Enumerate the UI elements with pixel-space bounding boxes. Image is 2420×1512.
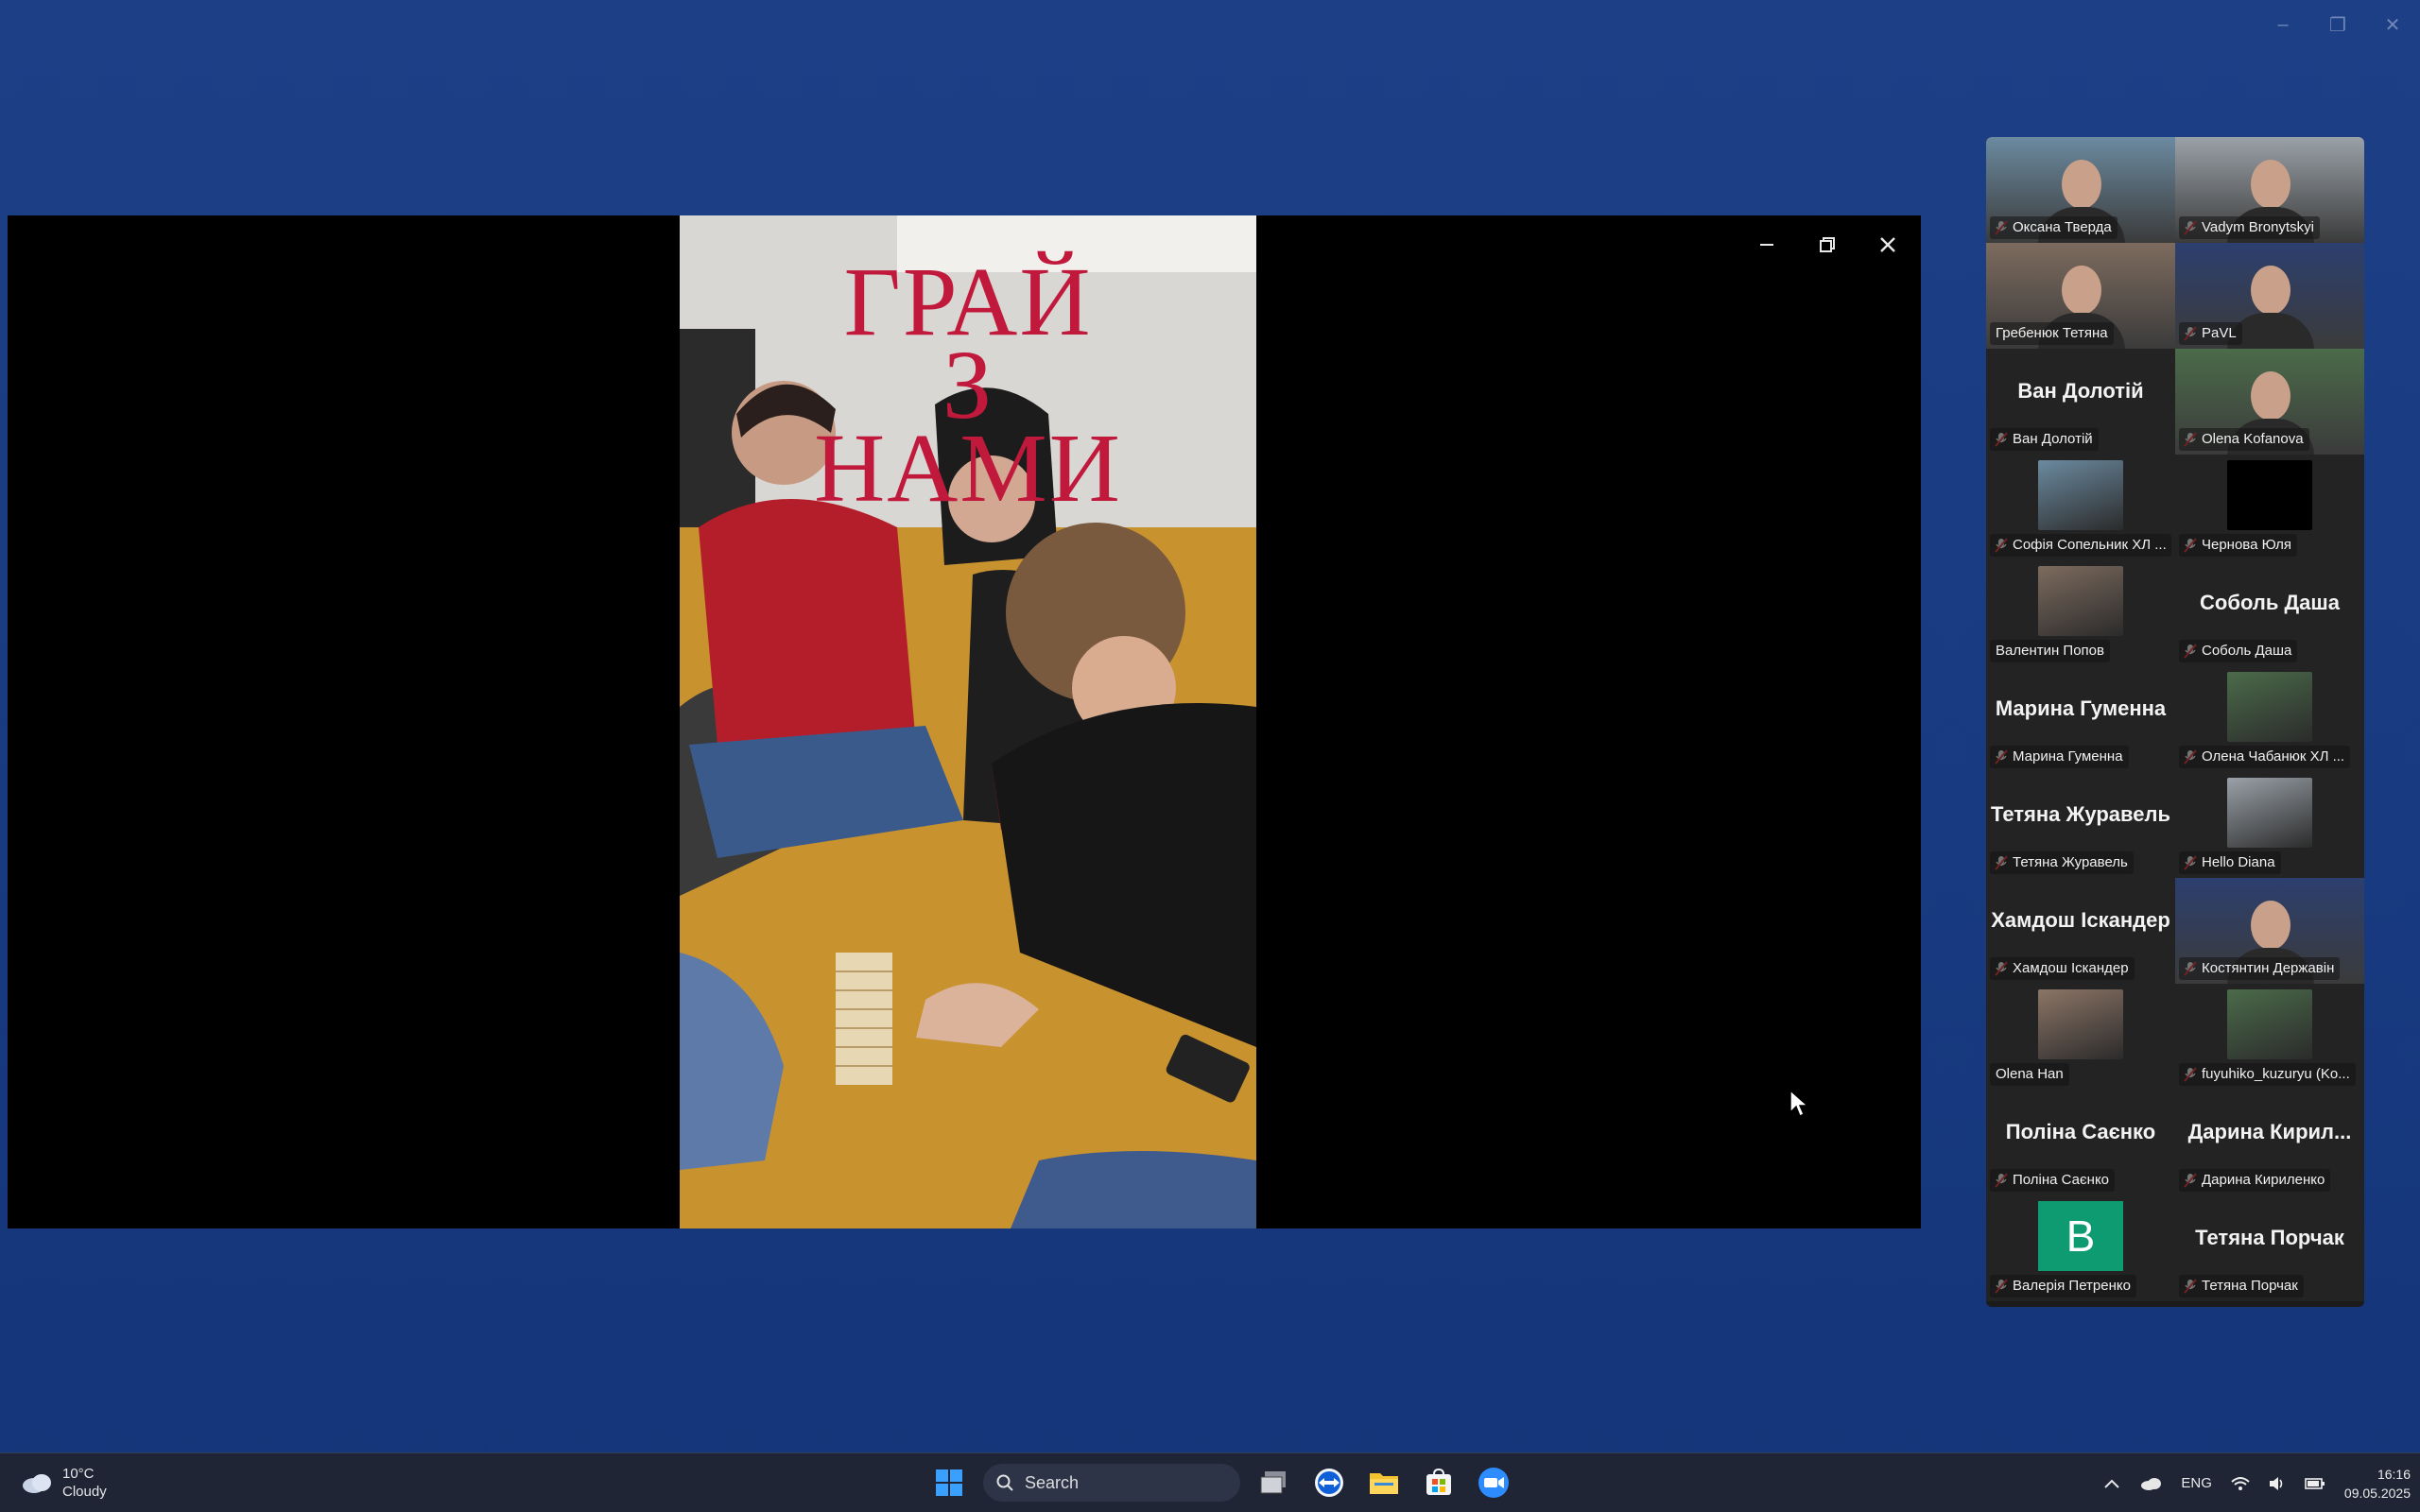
participant-photo [2038,989,2123,1059]
participant-tile[interactable]: Марина Гуменна Марина Гуменна [1986,666,2175,772]
search-label: Search [1025,1472,1080,1492]
participant-name-label: fuyuhiko_kuzuryu (Ko... [2179,1063,2356,1086]
participant-tile[interactable]: Оксана Тверда [1986,137,2175,243]
participant-name-label: PaVL [2179,322,2242,345]
participant-gallery: Оксана Тверда Vadym Bronytskyi Гребенюк Те… [1986,137,2364,1307]
microsoft-store-icon[interactable] [1418,1462,1460,1503]
teamviewer-icon[interactable] [1308,1462,1350,1503]
participant-display-name: Тетяна Порчак [2195,1226,2344,1249]
share-window-controls [1743,223,1911,266]
participant-name-label: Поліна Саєнко [1990,1169,2116,1192]
mouse-cursor-icon [1789,1090,1809,1117]
shared-video: ГРАЙ З НАМИ [680,215,1256,1228]
clock-date: 09.05.2025 [2343,1485,2411,1501]
shared-screen-window: ГРАЙ З НАМИ [8,215,1921,1228]
weather-widget[interactable]: 10°C Cloudy [21,1465,107,1501]
chevron-up-icon[interactable] [2103,1478,2120,1489]
participant-tile[interactable]: Ван Долотій Ван Долотій [1986,349,2175,455]
cloud-icon [23,1474,51,1493]
participant-name-label: Olena Kofanova [2179,428,2309,451]
participant-tile[interactable]: Валентин Попов [1986,560,2175,666]
participant-tile[interactable]: Костянтин Державін [2175,878,2364,984]
share-close-icon[interactable] [1864,223,1911,266]
participant-name-label: Ван Долотій [1990,428,2099,451]
share-restore-icon[interactable] [1804,223,1851,266]
participant-name-label: Vadym Bronytskyi [2179,216,2320,239]
participant-photo [2227,672,2312,742]
video-title-text: ГРАЙ З НАМИ [680,253,1256,523]
participant-tile[interactable]: Тетяна Порчак Тетяна Порчак [2175,1195,2364,1301]
participant-tile[interactable]: PaVL [2175,243,2364,349]
participant-display-name: Марина Гуменна [1995,696,2167,720]
participant-tile[interactable]: Olena Han [1986,984,2175,1090]
participant-photo [2227,989,2312,1059]
participant-name-label: Валерія Петренко [1990,1275,2136,1297]
participant-tile[interactable]: Чернова Юля [2175,455,2364,560]
restore-icon[interactable]: ❐ [2310,0,2365,49]
participant-tile[interactable]: Хамдош Іскандер Хамдош Іскандер [1986,878,2175,984]
clock-time: 16:16 [2377,1466,2411,1482]
participant-name-label: Чернова Юля [2179,534,2297,557]
battery-icon[interactable] [2305,1476,2325,1491]
participant-name-label: Olena Han [1990,1063,2069,1086]
participant-name-label: Валентин Попов [1990,640,2110,662]
participant-name-label: Соболь Даша [2179,640,2298,662]
participant-name-label: Марина Гуменна [1990,746,2129,768]
share-minimize-icon[interactable] [1743,223,1790,266]
taskbar-apps: Search [928,1462,1514,1503]
title-line: НАМИ [814,414,1122,523]
participant-name-label: Дарина Кириленко [2179,1169,2331,1192]
language-indicator[interactable]: ENG [2181,1475,2212,1491]
participant-name-label: Олена Чабанюк ХЛ ... [2179,746,2351,768]
participant-display-name: Ван Долотій [2017,379,2144,403]
participant-display-name: Соболь Даша [2200,591,2340,614]
participant-display-name: Дарина Кирил... [2187,1120,2352,1143]
participant-tile[interactable]: Дарина Кирил... Дарина Кириленко [2175,1090,2364,1195]
participant-tile[interactable]: fuyuhiko_kuzuryu (Ko... [2175,984,2364,1090]
zoom-icon[interactable] [1473,1462,1514,1503]
minimize-icon[interactable]: – [2256,0,2310,49]
wifi-icon[interactable] [2231,1476,2250,1491]
participant-photo [2038,460,2123,530]
participant-name-label: Оксана Тверда [1990,216,2118,239]
onedrive-cloud-icon[interactable] [2139,1476,2162,1491]
participant-tile[interactable]: Соболь Даша Соболь Даша [2175,560,2364,666]
participant-name-label: Софія Сопельник ХЛ ... [1990,534,2171,557]
participant-tile[interactable]: B Валерія Петренко [1986,1195,2175,1301]
participant-tile[interactable]: Гребенюк Тетяна [1986,243,2175,349]
clock[interactable]: 16:16 09.05.2025 [2344,1465,2411,1503]
search-icon [996,1474,1013,1491]
participant-display-name: Тетяна Журавель [1990,802,2170,826]
participant-tile[interactable]: Vadym Bronytskyi [2175,137,2364,243]
desktop-window-controls: – ❐ ✕ [2256,0,2420,49]
taskbar-search[interactable]: Search [983,1464,1240,1502]
participant-name-label: Гребенюк Тетяна [1990,322,2114,345]
participant-name-label: Тетяна Журавель [1990,851,2134,874]
participant-name-label: Костянтин Державін [2179,957,2341,980]
weather-condition: Cloudy [62,1484,107,1500]
participant-tile[interactable]: Софія Сопельник ХЛ ... [1986,455,2175,560]
file-explorer-icon[interactable] [1363,1462,1405,1503]
participant-name-label: Hello Diana [2179,851,2281,874]
taskbar: 10°C Cloudy Search ENG 16:16 09.05.2025 [0,1452,2420,1512]
participant-tile[interactable]: Hello Diana [2175,772,2364,878]
participant-photo [2227,460,2312,530]
participant-display-name: Поліна Саєнко [2005,1120,2156,1143]
participant-tile[interactable]: Olena Kofanova [2175,349,2364,455]
task-view-icon[interactable] [1253,1462,1295,1503]
participant-tile[interactable]: Олена Чабанюк ХЛ ... [2175,666,2364,772]
close-icon[interactable]: ✕ [2365,0,2420,49]
participant-tile[interactable]: Поліна Саєнко Поліна Саєнко [1986,1090,2175,1195]
participant-name-label: Тетяна Порчак [2179,1275,2304,1297]
participant-tile[interactable]: Тетяна Журавель Тетяна Журавель [1986,772,2175,878]
participant-avatar: B [2038,1201,2123,1271]
participant-photo [2038,566,2123,636]
weather-temp: 10°C [62,1466,95,1482]
participant-name-label: Хамдош Іскандер [1990,957,2135,980]
system-tray: ENG 16:16 09.05.2025 [2103,1453,2411,1512]
participant-display-name: Хамдош Іскандер [1991,908,2170,932]
volume-icon[interactable] [2269,1475,2286,1492]
start-icon[interactable] [928,1462,970,1503]
participant-photo [2227,778,2312,848]
